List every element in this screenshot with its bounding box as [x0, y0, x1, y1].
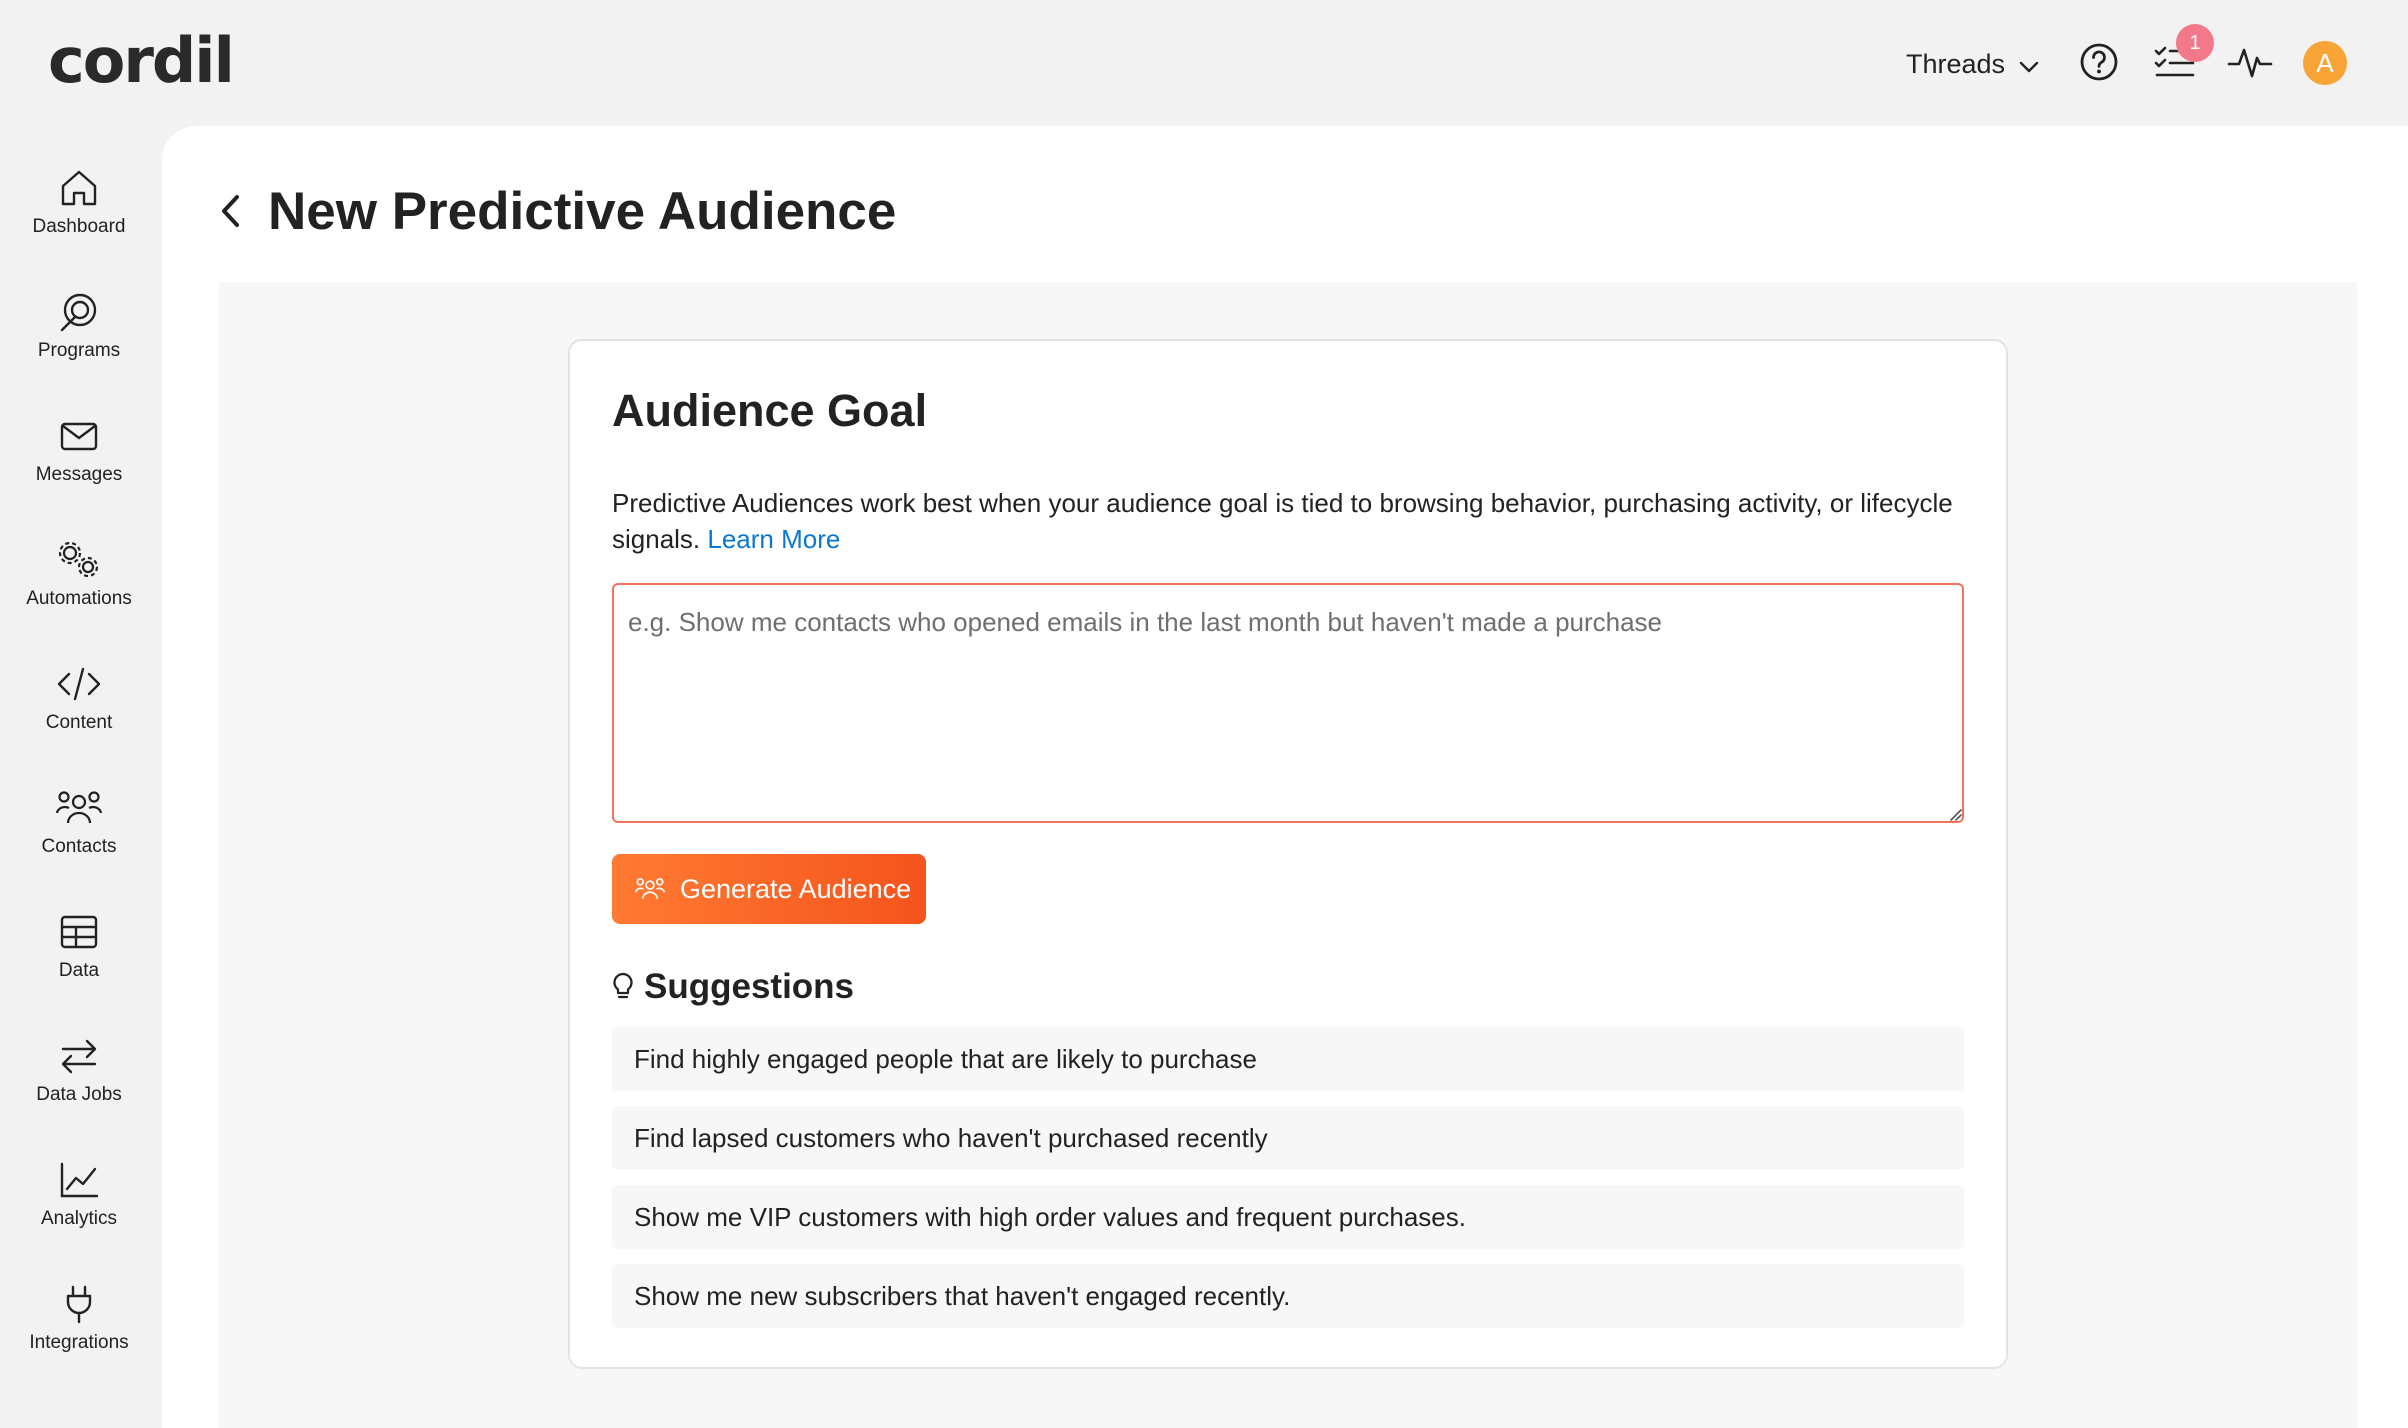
table-icon [60, 915, 98, 949]
programs-icon [60, 293, 97, 332]
tasks-count-badge: 1 [2176, 24, 2214, 62]
learn-more-link[interactable]: Learn More [707, 524, 840, 554]
page-header: New Predictive Audience [218, 176, 896, 246]
plug-icon [66, 1285, 92, 1324]
sidebar-item-label: Data Jobs [36, 1084, 122, 1105]
sidebar-item-label: Analytics [40, 1208, 118, 1229]
resize-handle-icon[interactable] [1948, 807, 1962, 821]
sidebar-item-analytics[interactable]: Analytics [0, 1132, 158, 1242]
main-panel: New Predictive Audience Audience Goal Pr… [162, 126, 2408, 1428]
gears-icon [58, 541, 99, 578]
lightbulb-icon [613, 972, 633, 999]
sidebar-item-dashboard[interactable]: Dashboard [0, 140, 158, 250]
code-icon [57, 667, 101, 701]
audience-goal-card: Audience Goal Predictive Audiences work … [568, 339, 2008, 1369]
sidebar-item-data[interactable]: Data [0, 884, 158, 994]
sidebar-item-messages[interactable]: Messages [0, 388, 158, 498]
help-circle-icon [2079, 42, 2119, 87]
sidebar-item-programs[interactable]: Programs [0, 264, 158, 374]
sidebar-item-label: Content [45, 712, 113, 733]
suggestion-item[interactable]: Find lapsed customers who haven't purcha… [612, 1106, 1964, 1170]
sidebar-item-integrations[interactable]: Integrations [0, 1256, 158, 1366]
cordial-logo[interactable]: cordil [48, 24, 235, 97]
app-root: cordil Threads 1 A Dashboard Programs Me… [0, 0, 2408, 1428]
threads-label: Threads [1906, 48, 2006, 79]
chevron-left-icon [222, 195, 239, 227]
suggestions-header: Suggestions [612, 965, 854, 1009]
sidebar-item-label: Dashboard [32, 216, 126, 237]
sidebar-item-label: Data [58, 960, 100, 981]
arrows-exchange-icon [61, 1039, 97, 1074]
sidebar-item-label: Programs [37, 340, 121, 361]
help-button[interactable] [2073, 38, 2125, 90]
logo-text-tail: l [213, 24, 235, 97]
sidebar-item-label: Automations [26, 588, 132, 609]
sidebar-item-automations[interactable]: Automations [0, 512, 158, 622]
back-button[interactable] [218, 183, 254, 239]
user-avatar[interactable]: A [2303, 41, 2347, 85]
chevron-down-icon [2019, 49, 2039, 80]
suggestions-title: Suggestions [644, 967, 855, 1006]
sidebar-item-content[interactable]: Content [0, 636, 158, 746]
suggestion-item[interactable]: Show me VIP customers with high order va… [612, 1185, 1964, 1249]
sidebar-item-label: Integrations [29, 1332, 129, 1353]
line-chart-icon [60, 1162, 99, 1198]
card-description: Predictive Audiences work best when your… [612, 485, 1972, 557]
card-title: Audience Goal [612, 385, 928, 436]
threads-dropdown[interactable]: Threads [1906, 44, 2039, 84]
home-icon [61, 170, 97, 206]
activity-button[interactable] [2224, 38, 2276, 90]
envelope-icon [60, 422, 98, 451]
generate-audience-button[interactable]: Generate Audience [612, 854, 926, 924]
suggestions-list: Find highly engaged people that are like… [612, 1027, 1964, 1343]
sidebar-item-label: Messages [35, 464, 123, 485]
people-icon [634, 878, 666, 899]
page-title: New Predictive Audience [268, 181, 897, 241]
people-icon [55, 791, 103, 824]
generate-audience-label: Generate Audience [680, 873, 912, 904]
sidebar-item-data-jobs[interactable]: Data Jobs [0, 1008, 158, 1118]
pulse-icon [2227, 44, 2273, 85]
logo-text: cordi [48, 24, 216, 97]
sidebar-item-contacts[interactable]: Contacts [0, 760, 158, 870]
audience-goal-input[interactable] [612, 583, 1964, 823]
suggestion-item[interactable]: Show me new subscribers that haven't eng… [612, 1264, 1964, 1328]
top-bar: cordil Threads 1 A [0, 0, 2408, 126]
suggestion-item[interactable]: Find highly engaged people that are like… [612, 1027, 1964, 1091]
sidebar-item-label: Contacts [41, 836, 117, 857]
content-canvas: Audience Goal Predictive Audiences work … [219, 282, 2357, 1428]
